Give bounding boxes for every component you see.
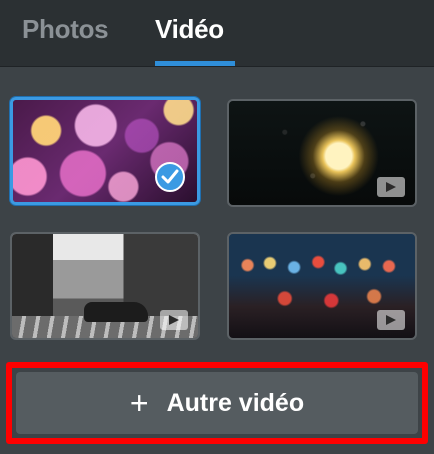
tab-video[interactable]: Vidéo (155, 14, 224, 44)
active-tab-indicator (155, 61, 235, 66)
video-icon (160, 310, 188, 330)
add-video-button[interactable]: + Autre vidéo (16, 372, 418, 434)
video-icon (377, 177, 405, 197)
check-icon (155, 162, 185, 192)
video-thumbnail-bokeh-pink[interactable] (10, 97, 200, 205)
video-icon (377, 310, 405, 330)
tab-photos[interactable]: Photos (22, 14, 109, 44)
thumbnail-car (84, 302, 148, 322)
add-video-label: Autre vidéo (166, 388, 305, 417)
tab-bar: Photos Vidéo (0, 0, 434, 67)
video-thumbnail-city-lights[interactable] (227, 232, 417, 340)
video-thumbnail-city-street[interactable] (10, 232, 200, 340)
plus-icon: + (129, 385, 149, 421)
video-thumbnail-rainy-window[interactable] (227, 99, 417, 207)
